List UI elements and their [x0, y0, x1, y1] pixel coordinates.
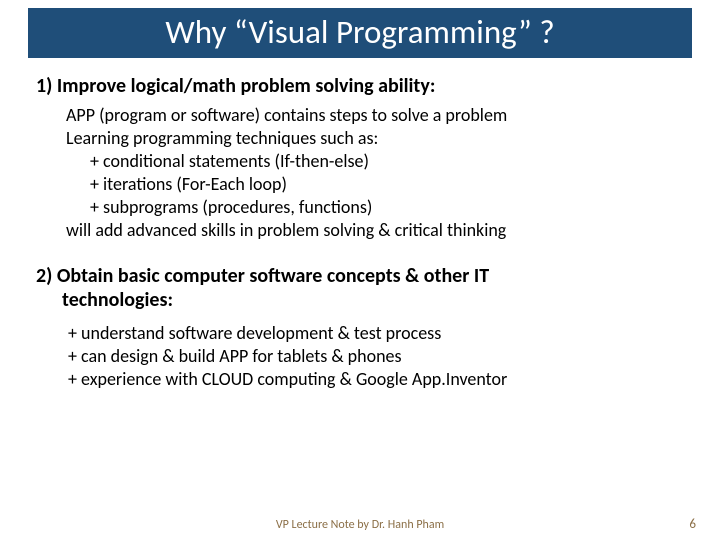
slide-title: Why “Visual Programming” ? — [28, 8, 692, 58]
section1-line2: Learning programming techniques such as: — [66, 127, 684, 150]
section2-bullet: + experience with CLOUD computing & Goog… — [68, 368, 684, 391]
slide-body: 1) Improve logical/math problem solving … — [0, 58, 720, 391]
section2-body: + understand software development & test… — [36, 322, 684, 391]
section1-bullet: + subprograms (procedures, functions) — [90, 196, 684, 219]
footer-note: VP Lecture Note by Dr. Hanh Pham — [0, 518, 720, 532]
section1-line1: APP (program or software) contains steps… — [66, 104, 684, 127]
section1-bullet: + conditional statements (If-then-else) — [90, 150, 684, 173]
section2-heading-line1: 2) Obtain basic computer software concep… — [36, 264, 489, 288]
section2-heading-line2: technologies: — [36, 288, 684, 312]
section1-bullet: + iterations (For-Each loop) — [90, 173, 684, 196]
section1-body: APP (program or software) contains steps… — [36, 104, 684, 242]
section2-heading: 2) Obtain basic computer software concep… — [36, 264, 684, 312]
section1-line3: will add advanced skills in problem solv… — [66, 219, 684, 242]
page-number: 6 — [689, 517, 696, 532]
section2-bullet: + understand software development & test… — [68, 322, 684, 345]
section1-heading: 1) Improve logical/math problem solving … — [36, 74, 684, 98]
section2-bullet: + can design & build APP for tablets & p… — [68, 345, 684, 368]
